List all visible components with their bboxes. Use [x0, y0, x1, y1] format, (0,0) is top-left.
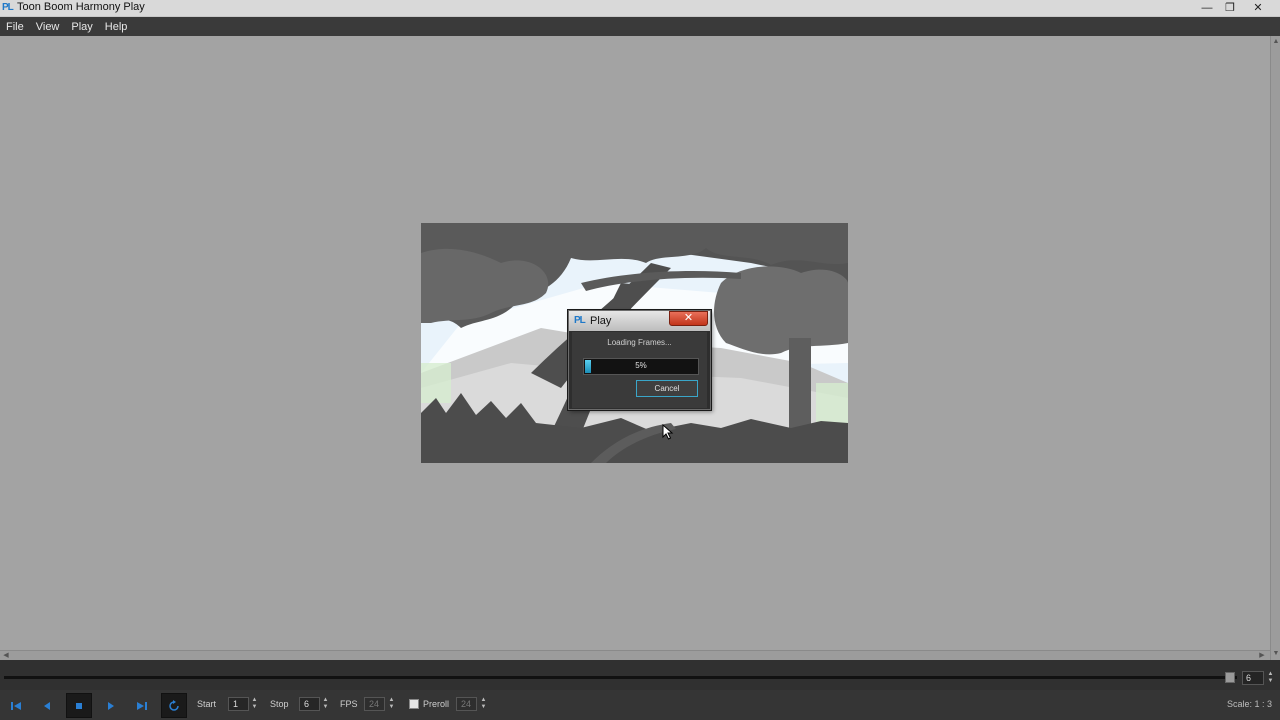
- skip-last-icon: [137, 701, 147, 710]
- chevron-up-icon[interactable]: ▲: [1266, 671, 1275, 678]
- menu-bar: File View Play Help: [0, 17, 1280, 36]
- dialog-title: Play: [590, 315, 612, 327]
- first-frame-button[interactable]: [3, 693, 29, 718]
- fps-label: FPS: [340, 699, 358, 709]
- title-bar: PL Toon Boom Harmony Play — ❐ ✕: [0, 0, 1280, 17]
- frame-stepper[interactable]: ▲ ▼: [1266, 671, 1275, 685]
- skip-first-icon: [11, 701, 21, 710]
- start-label: Start: [197, 699, 217, 709]
- stop-label: Stop: [270, 699, 289, 709]
- start-field[interactable]: 1: [228, 697, 249, 711]
- loop-button[interactable]: [161, 693, 187, 718]
- scale-indicator: Scale: 1 : 3: [1227, 699, 1273, 709]
- start-stepper[interactable]: ▲ ▼: [250, 697, 259, 711]
- current-frame-field[interactable]: 6: [1242, 671, 1264, 685]
- progress-text: 5%: [635, 361, 647, 370]
- scroll-down-icon[interactable]: ▼: [1272, 650, 1280, 658]
- menu-help[interactable]: Help: [104, 21, 129, 33]
- dialog-body: Loading Frames... 5% Cancel: [572, 332, 707, 408]
- mouse-cursor-icon: [662, 424, 674, 440]
- preroll-stepper[interactable]: ▲ ▼: [479, 697, 488, 711]
- previous-frame-button[interactable]: [34, 693, 60, 718]
- scroll-up-icon[interactable]: ▲: [1272, 38, 1280, 46]
- play-icon: [108, 701, 114, 710]
- timeline-bar: 6 ▲ ▼: [0, 660, 1280, 690]
- menu-view[interactable]: View: [35, 21, 61, 33]
- preroll-field[interactable]: 24: [456, 697, 477, 711]
- stop-stepper[interactable]: ▲ ▼: [321, 697, 330, 711]
- menu-play[interactable]: Play: [70, 21, 93, 33]
- scroll-right-icon[interactable]: ▶: [1258, 652, 1266, 660]
- window-title: Toon Boom Harmony Play: [17, 1, 145, 13]
- cancel-button[interactable]: Cancel: [636, 380, 698, 397]
- stop-icon: [76, 702, 82, 709]
- last-frame-button[interactable]: [129, 693, 155, 718]
- chevron-down-icon[interactable]: ▼: [321, 704, 330, 711]
- chevron-up-icon[interactable]: ▲: [321, 697, 330, 704]
- play-logo-icon: PL: [574, 315, 586, 326]
- fps-stepper[interactable]: ▲ ▼: [387, 697, 396, 711]
- stop-button[interactable]: [66, 693, 92, 718]
- progress-bar: 5%: [583, 358, 699, 375]
- loading-dialog: PL Play ✕ Loading Frames... 5% Cancel: [568, 310, 711, 410]
- play-button[interactable]: [98, 693, 124, 718]
- transport-bar: Start 1 ▲ ▼ Stop 6 ▲ ▼ FPS 24 ▲ ▼ Prerol…: [0, 690, 1280, 720]
- fps-field[interactable]: 24: [364, 697, 385, 711]
- chevron-down-icon[interactable]: ▼: [1266, 678, 1275, 685]
- app-logo-icon: PL: [2, 2, 14, 13]
- timeline-slider[interactable]: [4, 676, 1237, 679]
- minimize-icon[interactable]: —: [1196, 0, 1218, 16]
- step-back-icon: [44, 701, 50, 710]
- close-icon[interactable]: ✕: [1247, 0, 1269, 16]
- stop-field[interactable]: 6: [299, 697, 320, 711]
- dialog-close-button[interactable]: ✕: [669, 311, 708, 326]
- timeline-handle[interactable]: [1225, 672, 1235, 683]
- vertical-scrollbar[interactable]: ▲ ▼: [1270, 36, 1280, 660]
- chevron-up-icon[interactable]: ▲: [479, 697, 488, 704]
- preroll-label: Preroll: [423, 699, 450, 709]
- dialog-titlebar[interactable]: PL Play ✕: [569, 311, 710, 331]
- horizontal-scrollbar[interactable]: ◀ ▶: [0, 650, 1270, 660]
- chevron-down-icon[interactable]: ▼: [387, 704, 396, 711]
- preroll-checkbox[interactable]: [409, 699, 419, 709]
- maximize-icon[interactable]: ❐: [1219, 0, 1241, 16]
- chevron-up-icon[interactable]: ▲: [387, 697, 396, 704]
- loop-icon: [169, 699, 179, 711]
- chevron-up-icon[interactable]: ▲: [250, 697, 259, 704]
- menu-file[interactable]: File: [5, 21, 25, 33]
- scroll-left-icon[interactable]: ◀: [2, 652, 10, 660]
- chevron-down-icon[interactable]: ▼: [479, 704, 488, 711]
- loading-message: Loading Frames...: [607, 338, 672, 347]
- chevron-down-icon[interactable]: ▼: [250, 704, 259, 711]
